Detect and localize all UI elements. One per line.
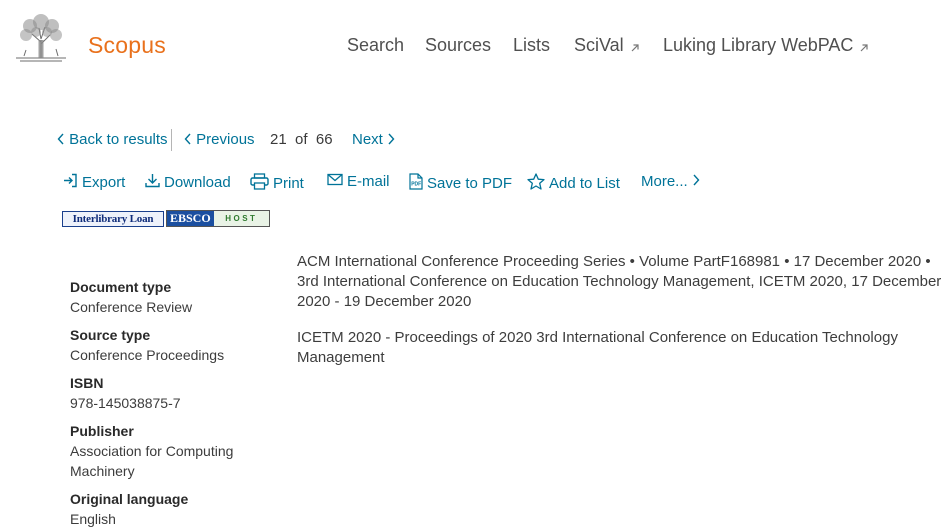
source-type-value: Conference Proceedings [70, 347, 225, 363]
next-label: Next [352, 131, 383, 148]
nav-scival[interactable]: SciVal [574, 35, 640, 58]
pdf-icon: PDF [409, 173, 423, 194]
email-button[interactable]: E-mail [327, 173, 390, 190]
export-label: Export [82, 174, 126, 191]
nav-webpac-label: Luking Library WebPAC [663, 35, 854, 55]
current-index: 21 [270, 131, 287, 148]
chevron-right-icon [387, 132, 395, 149]
nav-sources[interactable]: Sources [425, 35, 491, 56]
total-count: 66 [315, 131, 333, 148]
source-info: ACM International Conference Proceeding … [297, 252, 942, 312]
ebsco-label: EBSCO [167, 211, 214, 226]
nav-webpac[interactable]: Luking Library WebPAC [663, 35, 869, 58]
back-to-results-label: Back to results [69, 131, 168, 148]
chevron-right-icon [692, 173, 700, 190]
original-language-value: English [70, 511, 116, 527]
back-to-results-link[interactable]: Back to results [57, 131, 168, 149]
download-label: Download [164, 174, 231, 191]
print-label: Print [273, 175, 304, 192]
source-type-label: Source type [70, 327, 151, 343]
publisher-label: Publisher [70, 423, 134, 439]
external-link-icon [859, 37, 869, 58]
isbn-value: 978-145038875-7 [70, 395, 181, 411]
chevron-left-icon [57, 132, 65, 149]
export-icon [63, 173, 78, 192]
proceedings-title-line-1: ICETM 2020 - Proceedings of 2020 3rd Int… [297, 329, 898, 346]
elsevier-tree-logo[interactable] [12, 12, 70, 62]
document-type-label: Document type [70, 279, 172, 295]
nav-lists[interactable]: Lists [513, 35, 550, 56]
ebscohost-link[interactable]: EBSCO HOST [166, 210, 270, 227]
publisher-value: Association for Computing Machinery [70, 443, 234, 479]
of-text: of [295, 131, 308, 148]
previous-link[interactable]: Previous [184, 131, 255, 149]
print-button[interactable]: Print [250, 173, 304, 194]
nav-scival-label: SciVal [574, 35, 624, 55]
download-button[interactable]: Download [145, 173, 231, 192]
save-to-pdf-button[interactable]: PDF Save to PDF [409, 173, 512, 194]
result-position: 21 of 66 [270, 131, 333, 148]
interlibrary-loan-link[interactable]: Interlibrary Loan [62, 211, 164, 227]
print-icon [250, 173, 269, 194]
brand-name[interactable]: Scopus [88, 32, 166, 59]
source-line-3: 2020 - 19 December 2020 [297, 293, 472, 310]
source-line-1: ACM International Conference Proceeding … [297, 253, 931, 270]
chevron-left-icon [184, 132, 192, 149]
svg-text:PDF: PDF [411, 182, 421, 188]
source-line-2: 3rd International Conference on Educatio… [297, 273, 942, 290]
isbn-label: ISBN [70, 375, 104, 391]
star-icon [527, 173, 545, 194]
more-button[interactable]: More... [641, 173, 700, 190]
proceedings-title-line-2: Management [297, 349, 385, 366]
more-label: More... [641, 173, 688, 190]
previous-label: Previous [196, 131, 255, 148]
proceedings-title: ICETM 2020 - Proceedings of 2020 3rd Int… [297, 328, 937, 368]
email-icon [327, 173, 343, 190]
host-label: HOST [213, 211, 269, 226]
nav-search[interactable]: Search [347, 35, 404, 56]
save-to-pdf-label: Save to PDF [427, 175, 513, 192]
divider [171, 129, 172, 151]
download-icon [145, 173, 160, 192]
document-type-value: Conference Review [70, 299, 193, 315]
export-button[interactable]: Export [63, 173, 125, 192]
next-link[interactable]: Next [352, 131, 395, 149]
external-link-icon [630, 37, 640, 58]
email-label: E-mail [347, 173, 390, 190]
add-to-list-button[interactable]: Add to List [527, 173, 620, 194]
original-language-label: Original language [70, 491, 189, 507]
add-to-list-label: Add to List [549, 175, 620, 192]
